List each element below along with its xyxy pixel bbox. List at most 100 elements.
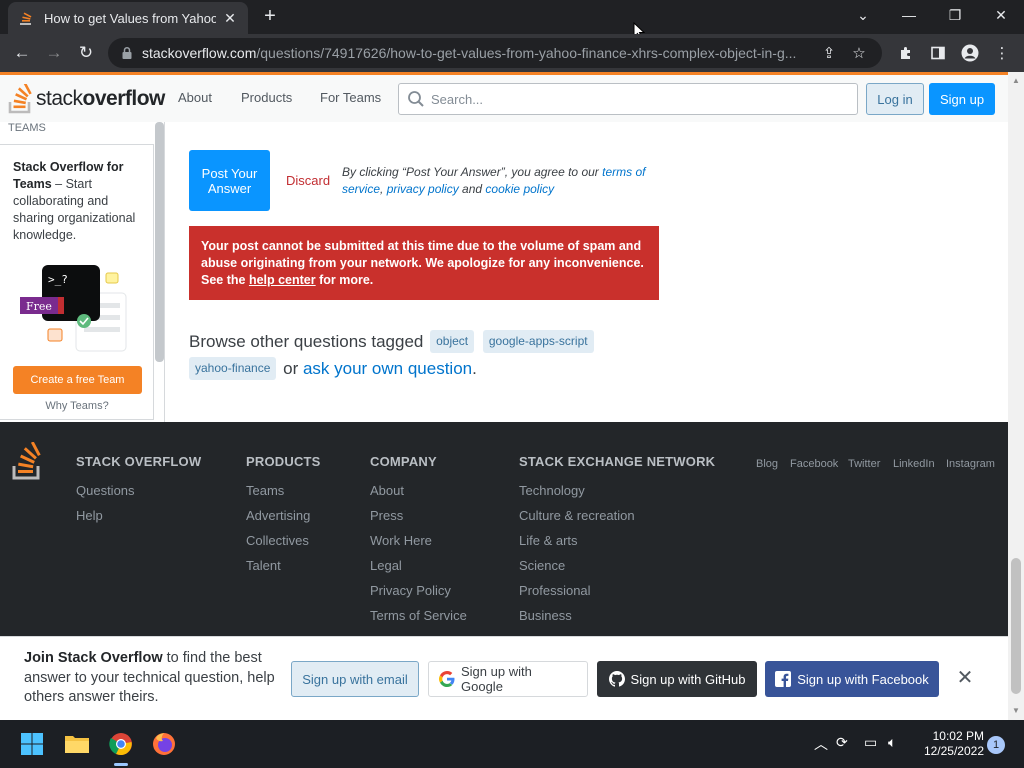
- show-hidden-icons-chevron-icon[interactable]: ︿: [814, 734, 828, 754]
- social-link-twitter[interactable]: Twitter: [848, 458, 880, 470]
- chrome-menu-icon[interactable]: ⋮: [990, 41, 1014, 65]
- signup-facebook-button[interactable]: Sign up with Facebook: [765, 661, 939, 697]
- social-link-linkedin[interactable]: LinkedIn: [893, 458, 935, 470]
- scrollbar-thumb[interactable]: [1011, 558, 1021, 694]
- bookmark-star-icon[interactable]: ☆: [848, 42, 870, 64]
- footer-link-privacy-policy[interactable]: Privacy Policy: [370, 583, 467, 608]
- tag-yahoo-finance[interactable]: yahoo-finance: [189, 357, 277, 380]
- why-teams-link[interactable]: Why Teams?: [0, 400, 154, 412]
- footer-logo-icon[interactable]: [12, 442, 44, 480]
- stackoverflow-logo-icon: [8, 84, 32, 114]
- footer-link-questions[interactable]: Questions: [76, 483, 201, 508]
- banner-text: Join Stack Overflow to find the best ans…: [24, 649, 284, 708]
- footer-link-press[interactable]: Press: [370, 508, 467, 533]
- profile-icon[interactable]: [958, 41, 982, 65]
- footer-link-collectives[interactable]: Collectives: [246, 533, 321, 558]
- tab-title: How to get Values from Yahoo Finance: [44, 10, 216, 26]
- signup-github-button[interactable]: Sign up with GitHub: [597, 661, 757, 697]
- browser-toolbar: ← → ↻ stackoverflow.com/questions/749176…: [0, 34, 1024, 72]
- volume-icon[interactable]: 🔈︎: [888, 734, 896, 751]
- network-icon[interactable]: ▭: [864, 734, 877, 751]
- footer-link-professional[interactable]: Professional: [519, 583, 715, 608]
- social-link-instagram[interactable]: Instagram: [946, 458, 995, 470]
- windows-taskbar: ︿ ⟳ ▭ 🔈︎ 10:02 PM 12/25/2022 1: [0, 720, 1024, 768]
- social-link-facebook[interactable]: Facebook: [790, 458, 838, 470]
- discard-link[interactable]: Discard: [286, 173, 330, 188]
- footer-heading: PRODUCTS: [246, 454, 321, 469]
- cookie-policy-link[interactable]: cookie policy: [485, 182, 554, 196]
- privacy-policy-link[interactable]: privacy policy: [387, 182, 459, 196]
- help-center-link[interactable]: help center: [249, 273, 316, 287]
- notification-badge[interactable]: 1: [987, 736, 1005, 754]
- page-scrollbar[interactable]: ▲ ▼: [1008, 72, 1024, 720]
- close-banner-icon[interactable]: ✕: [954, 667, 976, 689]
- signup-email-button[interactable]: Sign up with email: [291, 661, 419, 697]
- nav-products[interactable]: Products: [241, 90, 292, 105]
- social-link-blog[interactable]: Blog: [756, 458, 778, 470]
- share-icon[interactable]: ⇪: [818, 42, 840, 64]
- restore-button[interactable]: ❐: [932, 0, 978, 30]
- footer-link-about[interactable]: About: [370, 483, 467, 508]
- footer-link-talent[interactable]: Talent: [246, 558, 321, 583]
- search-placeholder: Search...: [431, 91, 484, 107]
- back-arrow-icon[interactable]: ←: [8, 39, 36, 67]
- clock-time: 10:02 PM: [932, 729, 984, 743]
- footer-link-advertising[interactable]: Advertising: [246, 508, 321, 533]
- signup-google-button[interactable]: Sign up with Google: [428, 661, 588, 697]
- ask-question-link[interactable]: ask your own question: [303, 359, 472, 378]
- sync-icon[interactable]: ⟳: [836, 734, 848, 751]
- tab-search-icon[interactable]: ⌄: [840, 0, 886, 30]
- footer-link-work-here[interactable]: Work Here: [370, 533, 467, 558]
- windows-start-icon[interactable]: [16, 728, 48, 760]
- nav-for-teams[interactable]: For Teams: [320, 90, 381, 105]
- post-answer-button[interactable]: Post Your Answer: [189, 150, 270, 211]
- scroll-down-arrow-icon[interactable]: ▼: [1012, 706, 1020, 715]
- chrome-icon[interactable]: [105, 728, 137, 760]
- stackoverflow-logo[interactable]: stackoverflow: [8, 83, 165, 115]
- side-panel-icon[interactable]: [926, 41, 950, 65]
- svg-text:>_?: >_?: [48, 273, 68, 286]
- logo-text-bold: overflow: [82, 87, 166, 110]
- url-text: stackoverflow.com/questions/74917626/how…: [142, 45, 810, 61]
- footer-link-culture[interactable]: Culture & recreation: [519, 508, 715, 533]
- tag-object[interactable]: object: [430, 330, 475, 353]
- address-bar[interactable]: stackoverflow.com/questions/74917626/how…: [108, 38, 882, 68]
- browser-tab-bar: How to get Values from Yahoo Finance ✕ +…: [0, 0, 1024, 34]
- minimize-button[interactable]: —: [886, 0, 932, 30]
- spam-error-message: Your post cannot be submitted at this ti…: [189, 226, 659, 300]
- footer-link-science[interactable]: Science: [519, 558, 715, 583]
- site-footer: STACK OVERFLOW Questions Help PRODUCTS T…: [0, 422, 1008, 636]
- new-tab-button[interactable]: +: [258, 6, 282, 28]
- footer-link-teams[interactable]: Teams: [246, 483, 321, 508]
- extensions-puzzle-icon[interactable]: [894, 41, 918, 65]
- login-button[interactable]: Log in: [866, 83, 924, 115]
- tag-google-apps-script[interactable]: google-apps-script: [482, 330, 594, 353]
- url-domain: stackoverflow.com: [142, 45, 257, 61]
- footer-link-life-arts[interactable]: Life & arts: [519, 533, 715, 558]
- file-explorer-icon[interactable]: [61, 728, 93, 760]
- close-window-button[interactable]: ✕: [978, 0, 1024, 30]
- forward-arrow-icon[interactable]: →: [40, 39, 68, 67]
- close-tab-icon[interactable]: ✕: [222, 10, 238, 27]
- google-icon: [439, 671, 455, 687]
- sidebar-scrollbar[interactable]: [155, 122, 164, 362]
- create-free-team-button[interactable]: Create a free Team: [13, 366, 142, 394]
- terms-prefix: By clicking “Post Your Answer”, you agre…: [342, 165, 603, 179]
- footer-link-legal[interactable]: Legal: [370, 558, 467, 583]
- browser-tab[interactable]: How to get Values from Yahoo Finance ✕: [8, 2, 248, 34]
- browse-period: .: [472, 359, 477, 378]
- search-input[interactable]: Search...: [398, 83, 858, 115]
- footer-link-terms-of-service[interactable]: Terms of Service: [370, 608, 467, 633]
- footer-link-business[interactable]: Business: [519, 608, 715, 633]
- firefox-icon[interactable]: [148, 728, 180, 760]
- footer-col-stackoverflow: STACK OVERFLOW Questions Help: [76, 454, 201, 533]
- reload-icon[interactable]: ↻: [72, 39, 100, 67]
- signup-button[interactable]: Sign up: [929, 83, 995, 115]
- footer-link-help[interactable]: Help: [76, 508, 201, 533]
- nav-about[interactable]: About: [178, 90, 212, 105]
- system-clock[interactable]: 10:02 PM 12/25/2022: [914, 729, 984, 759]
- footer-link-technology[interactable]: Technology: [519, 483, 715, 508]
- so-topbar: stackoverflow About Products For Teams S…: [0, 72, 1008, 122]
- scroll-up-arrow-icon[interactable]: ▲: [1012, 76, 1020, 85]
- footer-heading: COMPANY: [370, 454, 437, 469]
